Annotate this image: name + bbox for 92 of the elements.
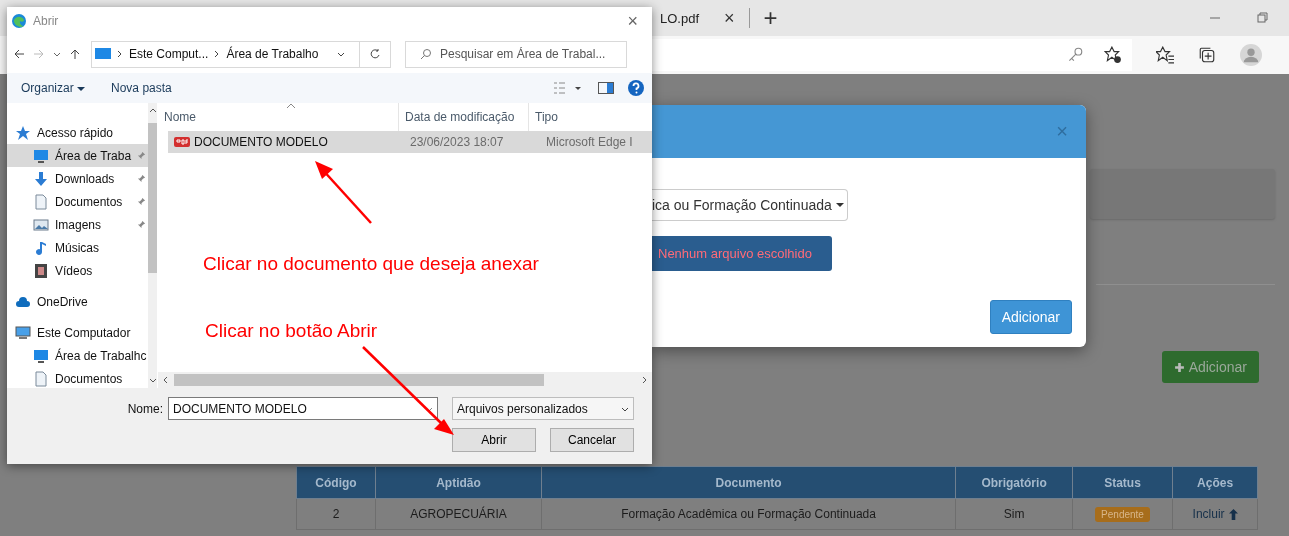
- chevron-down-icon[interactable]: [53, 50, 61, 58]
- pin-icon: [137, 174, 147, 183]
- column-header: Obrigatório: [955, 466, 1073, 499]
- annotation-arrow: [313, 160, 375, 226]
- sidebar-item[interactable]: Documentos: [7, 367, 149, 390]
- document-select[interactable]: ica ou Formação Continuada: [652, 189, 848, 221]
- search-icon: [420, 48, 432, 60]
- scroll-left-icon[interactable]: [162, 376, 170, 384]
- chevron-right-icon: [117, 50, 123, 58]
- down-arrow-icon: [33, 170, 49, 187]
- sidebar-item[interactable]: Acesso rápido: [7, 121, 149, 144]
- chevron-down-icon[interactable]: [337, 50, 345, 58]
- scrollbar-thumb[interactable]: [174, 374, 544, 386]
- restore-icon[interactable]: [1257, 12, 1269, 24]
- star-plus-icon[interactable]: [1104, 46, 1122, 64]
- filename-field[interactable]: DOCUMENTO MODELO: [168, 397, 438, 420]
- cancel-button[interactable]: Cancelar: [550, 428, 634, 452]
- sidebar-item[interactable]: Músicas: [7, 236, 149, 259]
- computer-icon: [15, 324, 31, 341]
- status-badge: Pendente: [1095, 507, 1150, 522]
- star-icon: [15, 124, 31, 141]
- favorites-icon[interactable]: [1156, 46, 1174, 64]
- scroll-up-icon[interactable]: [148, 107, 157, 115]
- caret-icon: [77, 86, 86, 91]
- column-header: Documento: [541, 466, 956, 499]
- monitor-icon: [33, 347, 49, 364]
- sidebar-item[interactable]: Este Computador: [7, 321, 149, 344]
- field-label: Nome:: [127, 401, 163, 416]
- up-arrow-icon[interactable]: [69, 48, 81, 60]
- plus-icon: [1173, 361, 1185, 373]
- collections-icon[interactable]: [1198, 46, 1216, 64]
- profile-avatar-icon[interactable]: [1240, 44, 1262, 66]
- pin-icon: [137, 151, 147, 160]
- tab-title[interactable]: LO.pdf: [660, 10, 710, 26]
- sidebar-item[interactable]: Área de Trabalhc: [7, 344, 149, 367]
- sidebar-item[interactable]: Vídeos: [7, 259, 149, 282]
- breadcrumb-item[interactable]: Área de Trabalho: [226, 47, 319, 61]
- sidebar-item[interactable]: Imagens: [7, 213, 149, 236]
- browser-logo-icon: [11, 13, 27, 29]
- file-row[interactable]: DOCUMENTO MODELO 23/06/2023 18:07 Microsoft Edge I: [168, 131, 652, 153]
- help-icon[interactable]: [628, 80, 644, 96]
- monitor-icon: [95, 48, 111, 60]
- file-name: DOCUMENTO MODELO: [194, 135, 328, 149]
- scroll-down-icon[interactable]: [148, 376, 157, 384]
- pin-icon: [137, 197, 147, 206]
- file-date: 23/06/2023 18:07: [409, 135, 505, 149]
- scrollbar-thumb[interactable]: [148, 123, 158, 273]
- column-header[interactable]: Nome: [158, 103, 398, 131]
- up-arrow-icon: [1228, 508, 1238, 520]
- table-cell: AGROPECUÁRIA: [375, 498, 542, 530]
- key-icon[interactable]: [1066, 46, 1084, 64]
- sidebar-item[interactable]: Documentos: [7, 190, 149, 213]
- vertical-scrollbar[interactable]: [148, 103, 158, 388]
- path-bar[interactable]: Este Comput... Área de Trabalho: [91, 40, 391, 68]
- close-button[interactable]: ×: [621, 9, 644, 33]
- file-type-select[interactable]: Arquivos personalizados: [452, 397, 634, 420]
- close-tab-button[interactable]: ×: [720, 7, 739, 29]
- monitor-icon: [33, 147, 49, 164]
- chevron-right-icon: [214, 50, 221, 58]
- table-cell: Formação Acadêmica ou Formação Continuada: [541, 498, 956, 530]
- back-arrow-icon[interactable]: [13, 48, 25, 60]
- sort-caret-icon: [286, 103, 296, 108]
- annotation-text: Clicar no documento que deseja anexar: [203, 253, 539, 275]
- document-icon: [33, 193, 49, 210]
- preview-pane-icon[interactable]: [598, 80, 614, 96]
- column-header: Status: [1072, 466, 1173, 499]
- pdf-file-icon: [174, 136, 190, 148]
- new-tab-button[interactable]: +: [759, 4, 782, 32]
- sidebar-item[interactable]: OneDrive: [7, 290, 149, 313]
- search-field[interactable]: Pesquisar em Área de Trabal...: [405, 40, 627, 68]
- refresh-icon[interactable]: [369, 48, 381, 60]
- column-header: Aptidão: [375, 466, 542, 499]
- annotation-text: Clicar no botão Abrir: [205, 320, 378, 342]
- table-cell: Sim: [955, 498, 1073, 530]
- file-type: Microsoft Edge I: [545, 135, 634, 149]
- table-cell: 2: [296, 498, 376, 530]
- picture-icon: [33, 216, 49, 233]
- pin-icon: [137, 220, 147, 229]
- film-icon: [33, 262, 49, 279]
- sidebar-item[interactable]: Área de Traba: [7, 144, 149, 167]
- sidebar-item[interactable]: Downloads: [7, 167, 149, 190]
- scroll-right-icon[interactable]: [640, 376, 648, 384]
- breadcrumb-item[interactable]: Este Comput...: [129, 47, 209, 61]
- music-note-icon: [33, 239, 49, 256]
- horizontal-scrollbar[interactable]: [158, 372, 652, 388]
- new-folder-button[interactable]: Nova pasta: [105, 81, 178, 95]
- column-header: Ações: [1172, 466, 1258, 499]
- window-title: Abrir: [33, 14, 59, 28]
- open-button[interactable]: Abrir: [452, 428, 536, 452]
- organize-menu[interactable]: Organizar: [15, 81, 92, 95]
- caret-icon: [835, 203, 844, 207]
- column-header: Código: [296, 466, 376, 499]
